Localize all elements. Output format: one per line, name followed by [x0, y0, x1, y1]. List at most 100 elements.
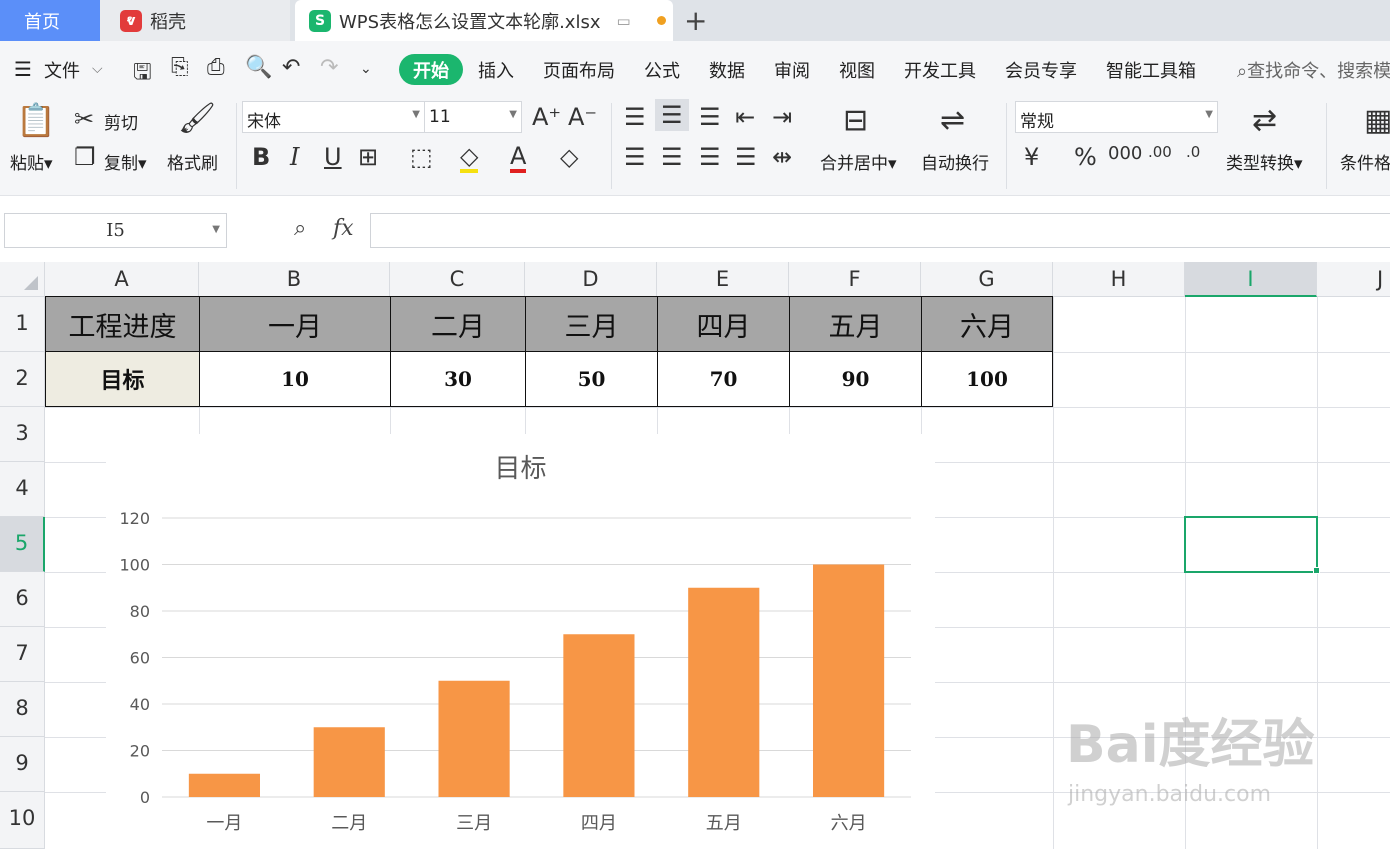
col-header-G[interactable]: G	[921, 262, 1053, 297]
border-icon[interactable]: ⊞	[358, 143, 378, 171]
col-header-A[interactable]: A	[45, 262, 199, 297]
align-bottom-icon[interactable]: ☰	[699, 103, 721, 131]
tab-developer[interactable]: 开发工具	[904, 57, 976, 83]
menu-file[interactable]: 文件	[44, 57, 80, 83]
outdent-icon[interactable]: ⇤	[735, 103, 755, 131]
tab-home[interactable]: 首页	[0, 0, 100, 41]
merge-center-icon[interactable]: ⊟	[843, 103, 868, 138]
tab-insert[interactable]: 插入	[478, 57, 514, 83]
row-header-3[interactable]: 3	[0, 407, 45, 462]
row-header-5[interactable]: 5	[0, 517, 45, 572]
row-header-9[interactable]: 9	[0, 737, 45, 792]
col-header-H[interactable]: H	[1053, 262, 1185, 297]
print-preview-icon[interactable]: 🔍	[245, 55, 272, 80]
merge-center-button[interactable]: 合并居中▾	[820, 149, 897, 174]
type-convert-icon[interactable]: ⇄	[1252, 103, 1277, 138]
formula-input[interactable]	[370, 213, 1390, 248]
cell-C2[interactable]: 30	[390, 351, 526, 407]
paste-button[interactable]: 粘贴▾	[10, 149, 53, 174]
font-size-select[interactable]: 11 ▼	[424, 101, 522, 133]
increase-decimal-icon[interactable]: .00	[1148, 143, 1172, 161]
row-header-8[interactable]: 8	[0, 682, 45, 737]
export-pdf-icon[interactable]: ⎘	[171, 55, 189, 80]
selected-cell-I5[interactable]	[1184, 516, 1318, 573]
save-icon[interactable]: 🖫	[133, 55, 152, 93]
fx-icon[interactable]: fx	[333, 216, 354, 241]
fill-handle[interactable]	[1313, 567, 1320, 574]
copy-icon[interactable]: ❐	[74, 143, 96, 171]
eraser-icon[interactable]: ◇	[560, 143, 578, 171]
align-center-icon[interactable]: ☰	[661, 143, 683, 171]
zoom-formula-icon[interactable]: ⌕	[294, 216, 306, 241]
cell-F1[interactable]: 五月	[789, 296, 922, 352]
col-header-F[interactable]: F	[789, 262, 921, 297]
conditional-format-button[interactable]: 条件格式	[1340, 149, 1390, 174]
cell-E1[interactable]: 四月	[657, 296, 790, 352]
col-header-C[interactable]: C	[390, 262, 525, 297]
align-left-icon[interactable]: ☰	[624, 143, 646, 171]
cell-B1[interactable]: 一月	[199, 296, 391, 352]
row-header-7[interactable]: 7	[0, 627, 45, 682]
cell-A2[interactable]: 目标	[45, 351, 200, 407]
decrease-font-icon[interactable]: A⁻	[568, 103, 597, 131]
col-header-D[interactable]: D	[525, 262, 657, 297]
font-name-select[interactable]: 宋体 ▼	[242, 101, 425, 133]
col-header-E[interactable]: E	[657, 262, 789, 297]
distributed-icon[interactable]: ⇹	[772, 143, 792, 171]
fill-style-icon[interactable]: ⬚	[410, 143, 433, 171]
row-header-10[interactable]: 10	[0, 792, 45, 849]
tab-daoke[interactable]: ⱴ 稻壳	[100, 0, 290, 41]
cell-C1[interactable]: 二月	[390, 296, 526, 352]
row-header-2[interactable]: 2	[0, 352, 45, 407]
chart-bar[interactable]	[313, 727, 385, 797]
col-header-I[interactable]: I	[1185, 262, 1317, 297]
redo-icon[interactable]: ↷	[320, 55, 338, 80]
undo-icon[interactable]: ↶	[282, 55, 300, 80]
indent-icon[interactable]: ⇥	[772, 103, 792, 131]
justify-icon[interactable]: ☰	[735, 143, 757, 171]
cell-F2[interactable]: 90	[789, 351, 922, 407]
chart-bar[interactable]	[688, 587, 760, 797]
row-header-1[interactable]: 1	[0, 297, 45, 352]
chart-bar[interactable]	[813, 564, 885, 798]
cell-G1[interactable]: 六月	[921, 296, 1053, 352]
bar-chart[interactable]: 目标 0 20 40 60 80 100 120 一月 二月 三月 四月 五月 六月	[106, 434, 935, 849]
increase-font-icon[interactable]: A⁺	[532, 103, 561, 131]
tab-page-layout[interactable]: 页面布局	[543, 57, 615, 83]
bold-icon[interactable]: B	[252, 143, 270, 171]
row-header-4[interactable]: 4	[0, 462, 45, 517]
tab-formula[interactable]: 公式	[644, 57, 680, 83]
underline-icon[interactable]: U	[324, 143, 342, 171]
chart-bar[interactable]	[563, 634, 635, 797]
cell-G2[interactable]: 100	[921, 351, 1053, 407]
new-tab-button[interactable]: +	[684, 4, 707, 37]
chevron-down-icon[interactable]: ⌵	[92, 61, 103, 77]
align-top-icon[interactable]: ☰	[624, 103, 646, 131]
align-middle-icon[interactable]: ☰	[655, 99, 689, 131]
wrap-text-button[interactable]: 自动换行	[921, 149, 989, 174]
number-format-select[interactable]: 常规 ▼	[1015, 101, 1218, 133]
currency-icon[interactable]: ¥	[1024, 143, 1039, 171]
col-header-J[interactable]: J	[1317, 262, 1390, 297]
col-header-B[interactable]: B	[199, 262, 390, 297]
conditional-format-icon[interactable]: ▦	[1364, 103, 1390, 138]
tab-member[interactable]: 会员专享	[1005, 57, 1077, 83]
chart-bar[interactable]	[438, 680, 510, 797]
tab-start[interactable]: 开始	[399, 54, 463, 85]
chart-bar[interactable]	[188, 773, 260, 797]
fill-color-icon[interactable]: ◇	[460, 143, 479, 173]
more-chevron-icon[interactable]: ⌄	[360, 61, 372, 77]
tab-document[interactable]: S WPS表格怎么设置文本轮廓.xlsx ▭	[295, 0, 673, 41]
print-icon[interactable]: ⎙	[207, 55, 225, 80]
name-box[interactable]: I5 ▼	[4, 213, 227, 248]
decrease-decimal-icon[interactable]: .0	[1186, 143, 1200, 161]
tab-view[interactable]: 视图	[839, 57, 875, 83]
tab-data[interactable]: 数据	[709, 57, 745, 83]
align-right-icon[interactable]: ☰	[699, 143, 721, 171]
percent-icon[interactable]: %	[1074, 143, 1097, 171]
type-convert-button[interactable]: 类型转换▾	[1226, 149, 1303, 174]
paste-icon[interactable]: 📋	[16, 101, 56, 139]
cell-E2[interactable]: 70	[657, 351, 790, 407]
italic-icon[interactable]: I	[290, 143, 299, 171]
hamburger-icon[interactable]: ☰	[14, 57, 32, 81]
